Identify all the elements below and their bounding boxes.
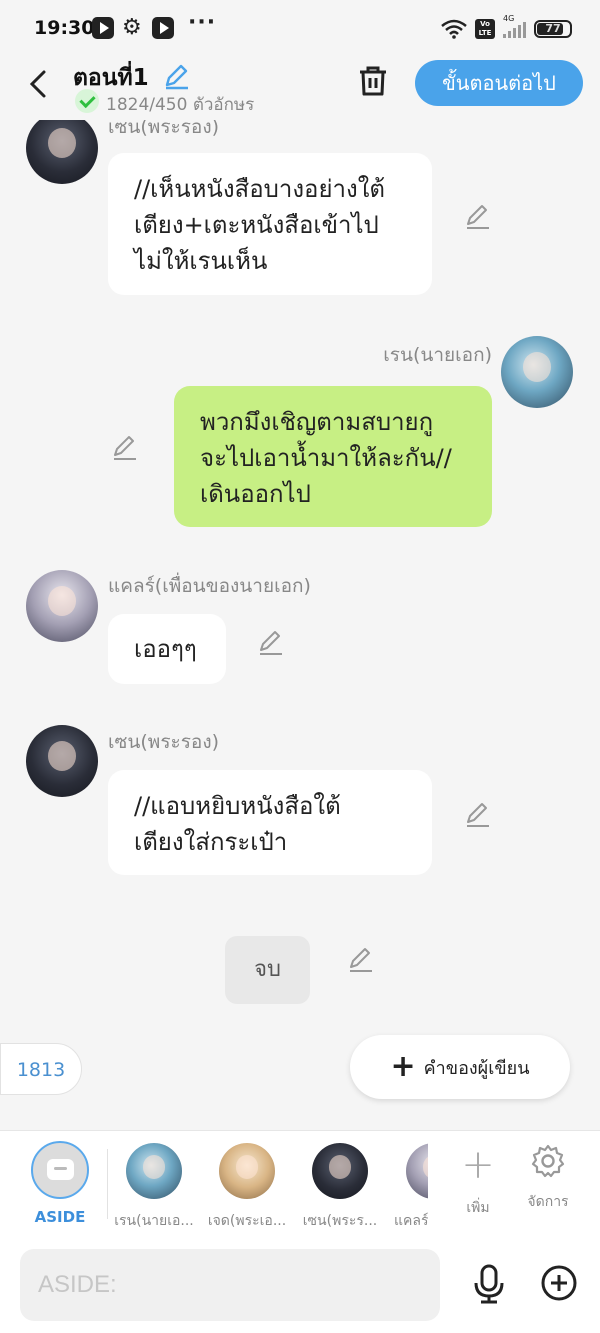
character-item[interactable]: แคลร์ — [390, 1143, 428, 1232]
message-line: เตียงใส่กระเป๋า — [134, 828, 288, 856]
edit-message-button[interactable] — [463, 800, 491, 828]
message-line: เออๆๆ — [134, 635, 197, 663]
plus-circle-icon — [541, 1265, 577, 1301]
edit-title-button[interactable] — [162, 62, 190, 90]
character-item[interactable]: เซน(พระร... — [297, 1143, 383, 1232]
message-counter[interactable]: 1813 — [0, 1043, 82, 1095]
divider — [107, 1149, 108, 1219]
message-line: พวกมึงเชิญตามสบายกู — [200, 408, 434, 436]
speaker-name: เซน(พระรอง) — [108, 731, 220, 753]
header: ตอนที่1 1824/450 ตัวอักษร ขั้นตอนต่อไป — [0, 56, 600, 120]
pencil-icon — [114, 436, 136, 460]
author-note-button[interactable]: + คำของผู้เขียน — [350, 1035, 570, 1099]
chevron-left-icon — [29, 70, 46, 98]
author-note-label: คำของผู้เขียน — [423, 1057, 530, 1079]
battery-level: 77 — [545, 22, 561, 35]
add-label: เพิ่ม — [466, 1200, 490, 1216]
avatar — [406, 1143, 428, 1199]
video-app-icon — [92, 17, 114, 39]
pencil-icon — [467, 803, 489, 827]
status-indicators: Vo LTE 4G 77 — [441, 14, 572, 40]
edit-end-button[interactable] — [346, 945, 374, 973]
avatar[interactable] — [26, 120, 98, 184]
character-item[interactable]: เจด(พระเอ... — [204, 1143, 290, 1232]
message-bubble[interactable]: //เห็นหนังสือบางอย่างใต้ เตียง+เตะหนังสื… — [108, 153, 432, 295]
message-line: เดินออกไป — [200, 480, 311, 508]
speaker-name: แคลร์(เพื่อนของนายเอก) — [108, 575, 311, 597]
plus-icon: + — [390, 1049, 416, 1084]
wifi-icon — [441, 19, 467, 39]
network-type-label: 4G — [503, 14, 515, 23]
character-bar: ASIDE เรน(นายเอ... เจด(พระเอ... เซน(พระร… — [0, 1130, 600, 1238]
video-app-icon — [152, 17, 174, 39]
pencil-icon — [467, 205, 489, 229]
status-time: 19:30 — [34, 17, 95, 39]
avatar — [219, 1143, 275, 1199]
avatar — [126, 1143, 182, 1199]
message-bubble[interactable]: //แอบหยิบหนังสือใต้ เตียงใส่กระเป๋า — [108, 770, 432, 875]
avatar — [312, 1143, 368, 1199]
chat-area[interactable]: เซน(พระรอง) //เห็นหนังสือบางอย่างใต้ เตี… — [0, 120, 600, 1130]
character-label: เซน(พระร... — [302, 1213, 378, 1229]
microphone-icon — [474, 1264, 504, 1304]
attach-button[interactable] — [540, 1264, 578, 1302]
edit-message-button[interactable] — [110, 433, 138, 461]
speaker-name: เรน(นายเอก) — [383, 344, 492, 366]
gear-icon — [531, 1144, 565, 1178]
character-label: เรน(นายเอ... — [114, 1213, 194, 1229]
aside-button[interactable] — [31, 1141, 89, 1199]
character-label: เจด(พระเอ... — [207, 1213, 287, 1229]
speaker-name: เซน(พระรอง) — [108, 120, 220, 138]
message-bubble[interactable]: พวกมึงเชิญตามสบายกู จะไปเอาน้ำมาให้ละกัน… — [174, 386, 492, 527]
plus-icon: + — [461, 1142, 495, 1188]
avatar[interactable] — [26, 725, 98, 797]
pencil-icon — [350, 948, 372, 972]
gear-icon: ⚙ — [122, 15, 142, 40]
delete-button[interactable] — [356, 64, 390, 98]
edit-message-button[interactable] — [256, 628, 284, 656]
input-area — [0, 1238, 600, 1333]
message-line: เตียง+เตะหนังสือเข้าไป — [134, 211, 379, 239]
end-marker[interactable]: จบ — [225, 936, 310, 1004]
character-count: 1824/450 ตัวอักษร — [106, 95, 255, 115]
more-dots-icon: ··· — [188, 10, 217, 35]
character-item[interactable]: เรน(นายเอ... — [111, 1143, 197, 1232]
edit-message-button[interactable] — [463, 202, 491, 230]
message-line: จะไปเอาน้ำมาให้ละกัน// — [200, 444, 452, 472]
check-icon — [75, 89, 99, 113]
add-character-button[interactable]: + เพิ่ม — [450, 1143, 506, 1219]
message-line: ไม่ให้เรนเห็น — [134, 247, 268, 275]
manage-button[interactable]: จัดการ — [520, 1143, 576, 1213]
mic-button[interactable] — [470, 1264, 508, 1304]
message-bubble[interactable]: เออๆๆ — [108, 614, 226, 684]
avatar[interactable] — [501, 336, 573, 408]
avatar[interactable] — [26, 570, 98, 642]
pencil-icon — [165, 64, 188, 90]
trash-icon — [360, 66, 386, 96]
message-input[interactable] — [20, 1249, 440, 1321]
back-button[interactable] — [22, 66, 58, 102]
character-label: แคลร์ — [394, 1213, 428, 1229]
aside-label: ASIDE — [34, 1208, 86, 1226]
manage-label: จัดการ — [527, 1194, 569, 1210]
signal-icon: 4G — [503, 14, 526, 38]
pencil-icon — [260, 631, 282, 655]
message-line: //เห็นหนังสือบางอย่างใต้ — [134, 175, 386, 203]
volte-icon: Vo LTE — [475, 19, 495, 39]
status-bar: 19:30 ⚙ ··· Vo LTE 4G 77 — [0, 0, 600, 56]
message-line: //แอบหยิบหนังสือใต้ — [134, 792, 341, 820]
next-step-button[interactable]: ขั้นตอนต่อไป — [415, 60, 583, 106]
battery-icon: 77 — [534, 20, 572, 38]
